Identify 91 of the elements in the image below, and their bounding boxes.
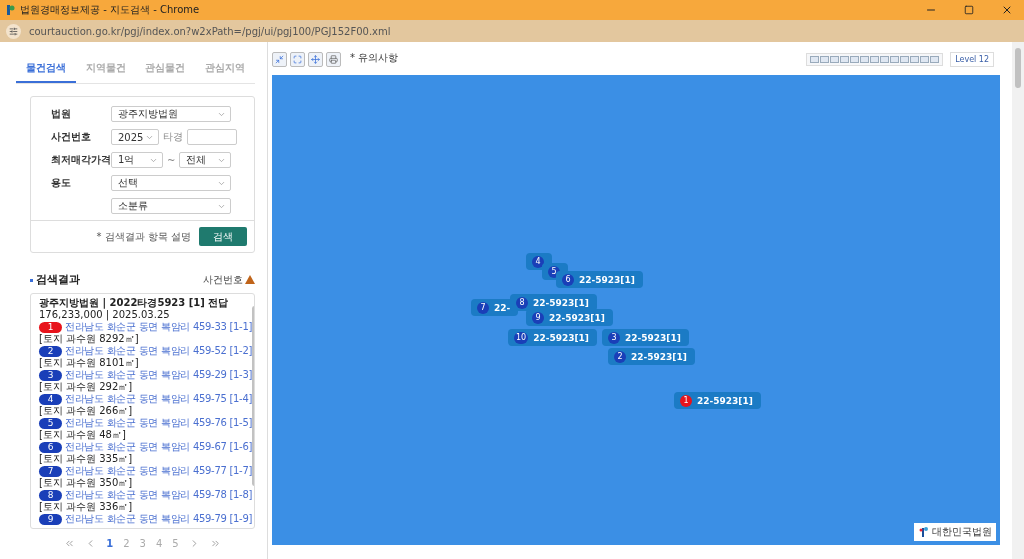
marker-label: 22-5923[1] <box>631 351 687 362</box>
marker-number: 2 <box>614 350 626 363</box>
map-marker[interactable]: 2 22-5923[1] <box>608 348 695 365</box>
zoom-level-bar[interactable] <box>806 52 944 66</box>
select-field[interactable]: 소분류 <box>111 198 231 214</box>
number-badge: 5 <box>39 417 62 429</box>
marker-label: 22- <box>494 302 511 313</box>
zoom-level-label: Level 12 <box>950 51 994 67</box>
marker-number: 5 <box>548 265 560 278</box>
last-page-icon[interactable] <box>209 538 221 549</box>
map-marker[interactable]: 8 22-5923[1] <box>510 294 597 311</box>
marker-number: 8 <box>516 296 528 309</box>
select-field[interactable]: 선택 <box>111 175 231 191</box>
land-detail: [토지 과수원 8101㎡] <box>39 357 140 369</box>
field-label: 최저매각가격 <box>51 153 111 167</box>
marker-number: 9 <box>532 311 544 324</box>
address-link[interactable]: 전라남도 화순군 동면 복암리 459-29 [1-3] <box>65 369 253 381</box>
number-badge: 3 <box>39 369 62 381</box>
select-field[interactable]: 2025 <box>111 129 159 145</box>
map-marker[interactable]: 1 22-5923[1] <box>674 392 761 409</box>
map[interactable]: 4 5 6 22-5923[1] 7 22- 8 22-5923[1] 9 22-5923[1] 10 22-5923[1] 3 22-5923[1] 2 22-5923[1] 1 22-5923[1] 대한민국법원 <box>272 75 1000 545</box>
range-separator: ~ <box>167 154 176 166</box>
search-button[interactable]: 검색 <box>199 227 247 246</box>
notice-link[interactable]: * 유의사항 <box>350 49 804 65</box>
number-badge: 1 <box>39 321 62 333</box>
address-link[interactable]: 전라남도 화순군 동면 복암리 459-52 [1-2] <box>65 345 253 357</box>
map-marker[interactable]: 6 22-5923[1] <box>556 271 643 288</box>
number-badge: 6 <box>39 441 62 453</box>
map-marker[interactable]: 9 22-5923[1] <box>526 309 613 326</box>
marker-label: 22-5923[1] <box>533 297 589 308</box>
field-label: 법원 <box>51 107 72 121</box>
address-link[interactable]: 전라남도 화순군 동면 복암리 459-76 [1-5] <box>65 417 253 429</box>
app-icon <box>4 4 16 16</box>
page-scrollbar-thumb[interactable] <box>1015 48 1021 88</box>
help-link[interactable]: * 검색결과 항목 설명 <box>96 229 191 244</box>
land-detail: [토지 과수원 292㎡] <box>39 381 134 393</box>
page-number[interactable]: 1 <box>106 538 114 549</box>
number-badge: 8 <box>39 489 62 501</box>
logo-text: 대한민국법원 <box>932 525 992 539</box>
first-page-icon[interactable] <box>64 538 76 549</box>
sort-button[interactable]: 사건번호 <box>203 272 255 287</box>
triangle-up-icon <box>245 275 255 284</box>
select-field[interactable]: 광주지방법원 <box>111 106 231 122</box>
marker-number: 10 <box>514 331 529 344</box>
map-marker[interactable]: 10 22-5923[1] <box>508 329 597 346</box>
land-detail: [토지 과수원 350㎡] <box>39 477 134 489</box>
marker-label: 22-5923[1] <box>549 312 605 323</box>
marker-label: 22-5923[1] <box>625 332 681 343</box>
select-field[interactable]: 전체 <box>179 152 232 168</box>
fullscreen-icon[interactable] <box>290 51 305 67</box>
marker-number: 7 <box>477 301 489 314</box>
url-text[interactable]: courtauction.go.kr/pgj/index.on?w2xPath=/pgj/ui/pgj100/PGJ152F00.xml <box>29 25 391 37</box>
site-settings-icon[interactable] <box>6 23 21 39</box>
select-field[interactable]: 1억 <box>111 152 163 168</box>
move-icon[interactable] <box>308 51 323 67</box>
address-link[interactable]: 전라남도 화순군 동면 복암리 459-75 [1-4] <box>65 393 253 405</box>
number-badge: 4 <box>39 393 62 405</box>
window-title: 법원경매정보제공 - 지도검색 - Chrome <box>20 3 201 17</box>
number-badge: 9 <box>39 513 62 525</box>
address-link[interactable]: 전라남도 화순군 동면 복암리 459-77 [1-7] <box>65 465 253 477</box>
land-detail: [토지 과수원 336㎡] <box>39 501 134 513</box>
land-detail: [토지 과수원 8292㎡] <box>39 333 140 345</box>
address-link[interactable]: 전라남도 화순군 동면 복암리 459-67 [1-6] <box>65 441 253 453</box>
close-icon <box>1001 4 1013 16</box>
address-link[interactable]: 전라남도 화순군 동면 복암리 459-33 [1-1] <box>65 321 253 333</box>
number-badge: 2 <box>39 345 62 357</box>
field-label: 타경 <box>163 130 183 144</box>
marker-number: 4 <box>532 255 544 268</box>
input-field[interactable] <box>187 129 237 145</box>
logo-icon <box>918 526 930 538</box>
tab[interactable]: 물건검색 <box>16 58 76 83</box>
print-icon[interactable] <box>326 51 341 67</box>
marker-number: 3 <box>608 331 620 344</box>
land-detail: [토지 과수원 335㎡] <box>39 453 134 465</box>
marker-number: 6 <box>562 273 574 286</box>
case-title: 광주지방법원 | 2022타경5923 [1] 전답 <box>39 297 230 309</box>
maximize-icon <box>964 5 974 15</box>
address-link[interactable]: 전라남도 화순군 동면 복암리 459-79 [1-9] <box>65 513 253 525</box>
marker-label: 22-5923[1] <box>579 274 635 285</box>
field-label: 용도 <box>51 176 72 190</box>
address-link[interactable]: 전라남도 화순군 동면 복암리 459-78 [1-8] <box>65 489 253 501</box>
map-marker[interactable]: 3 22-5923[1] <box>602 329 689 346</box>
land-detail: [토지 과수원 266㎡] <box>39 405 134 417</box>
number-badge: 7 <box>39 465 62 477</box>
land-detail: [토지 과수원 48㎡] <box>39 429 127 441</box>
section-title: 검색결과 <box>30 272 80 287</box>
price-date: 176,233,000 | 2025.03.25 <box>39 309 171 321</box>
marker-label: 22-5923[1] <box>533 332 589 343</box>
field-label: 사건번호 <box>51 130 92 144</box>
marker-number: 1 <box>680 394 692 407</box>
marker-label: 22-5923[1] <box>697 395 753 406</box>
